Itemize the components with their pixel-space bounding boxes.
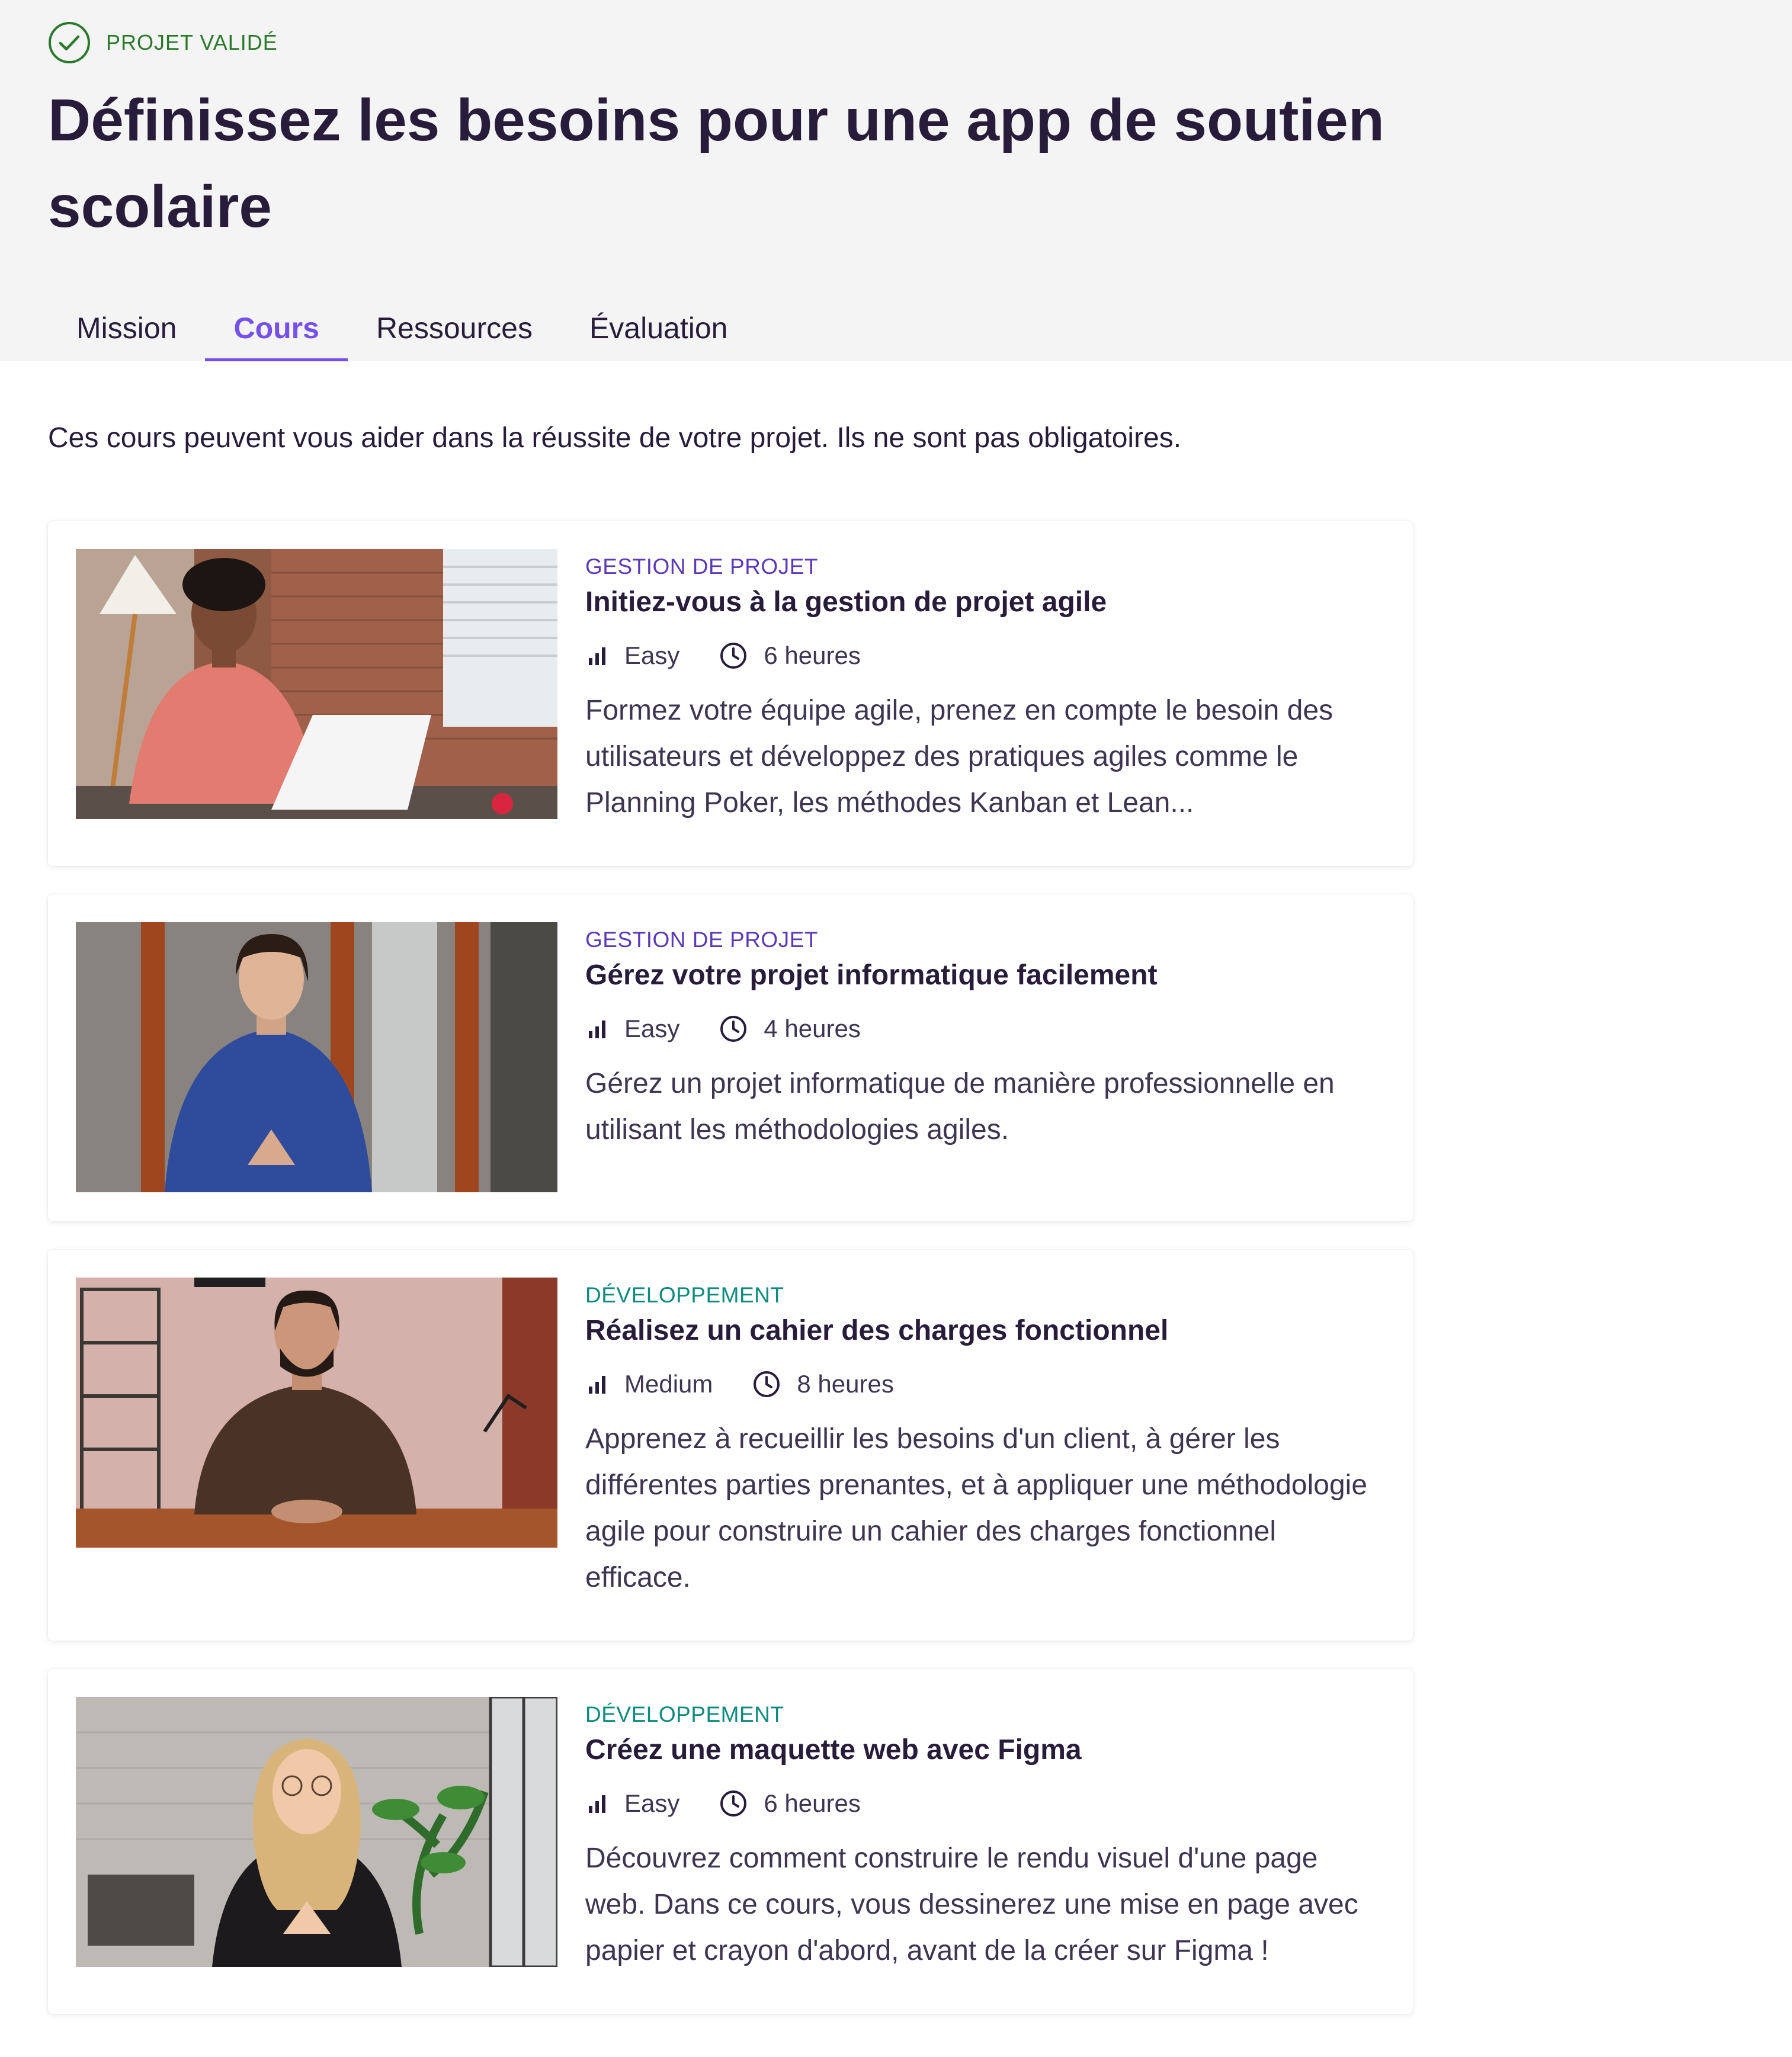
project-header: PROJET VALIDÉ Définissez les besoins pou… xyxy=(0,0,1792,361)
course-card[interactable]: DÉVELOPPEMENT Créez une maquette web ave… xyxy=(48,1669,1413,2014)
course-level-label: Easy xyxy=(624,1789,680,1817)
course-category: GESTION DE PROJET xyxy=(585,928,818,952)
course-duration-label: 8 heures xyxy=(797,1370,894,1398)
course-thumbnail[interactable] xyxy=(76,922,557,1192)
course-description: Découvrez comment construire le rendu vi… xyxy=(585,1843,1358,1966)
status-label: PROJET VALIDÉ xyxy=(106,30,278,54)
course-duration-label: 6 heures xyxy=(764,1789,861,1817)
course-description: Apprenez à recueillir les besoins d'un c… xyxy=(585,1423,1368,1593)
tab-mission[interactable]: Mission xyxy=(48,295,205,361)
course-meta: Easy 6 heures xyxy=(585,638,1385,673)
course-level: Easy xyxy=(585,641,679,670)
tab-bar: Mission Cours Ressources Évaluation xyxy=(48,295,756,361)
check-circle-icon xyxy=(49,22,90,63)
tab-evaluation[interactable]: Évaluation xyxy=(561,295,756,361)
course-card[interactable]: GESTION DE PROJET Initiez-vous à la gest… xyxy=(48,521,1413,866)
course-level-label: Easy xyxy=(624,1015,680,1042)
tab-cours[interactable]: Cours xyxy=(205,295,348,361)
instructor-image xyxy=(76,1697,557,1967)
difficulty-bars-icon xyxy=(589,647,605,665)
difficulty-bars-icon xyxy=(589,1021,605,1038)
course-duration: 6 heures xyxy=(719,641,861,670)
course-description: Formez votre équipe agile, prenez en com… xyxy=(585,695,1333,819)
course-level: Easy xyxy=(585,1015,679,1043)
clock-icon xyxy=(720,1790,747,1817)
course-description: Gérez un projet informatique de manière … xyxy=(585,1068,1335,1145)
course-level: Easy xyxy=(585,1789,679,1818)
course-card[interactable]: GESTION DE PROJET Gérez votre projet inf… xyxy=(48,894,1413,1221)
course-thumbnail[interactable] xyxy=(76,549,557,819)
course-duration: 4 heures xyxy=(719,1014,861,1044)
course-category: DÉVELOPPEMENT xyxy=(585,1283,784,1307)
clock-icon xyxy=(720,1016,747,1042)
clock-icon xyxy=(754,1371,780,1397)
course-thumbnail[interactable] xyxy=(76,1697,557,1967)
instructor-image xyxy=(76,1278,557,1548)
project-status: PROJET VALIDÉ xyxy=(48,21,278,64)
course-level: Medium xyxy=(585,1370,713,1398)
course-duration: 8 heures xyxy=(752,1369,894,1399)
page-title: Définissez les besoins pour une app de s… xyxy=(48,87,1385,240)
course-level-label: Medium xyxy=(624,1370,713,1398)
course-info: DÉVELOPPEMENT Créez une maquette web ave… xyxy=(585,1697,1385,1974)
course-category: GESTION DE PROJET xyxy=(585,554,818,579)
course-title[interactable]: Réalisez un cahier des charges fonctionn… xyxy=(585,1313,1385,1349)
course-title[interactable]: Initiez-vous à la gestion de projet agil… xyxy=(585,585,1385,620)
course-thumbnail[interactable] xyxy=(76,1278,557,1548)
instructor-image xyxy=(76,549,557,819)
course-duration: 6 heures xyxy=(719,1789,861,1818)
tab-ressources[interactable]: Ressources xyxy=(348,295,561,361)
course-info: GESTION DE PROJET Gérez votre projet inf… xyxy=(585,922,1385,1153)
difficulty-bars-icon xyxy=(589,1376,605,1394)
course-card[interactable]: DÉVELOPPEMENT Réalisez un cahier des cha… xyxy=(48,1250,1413,1641)
course-level-label: Easy xyxy=(624,641,680,669)
instructor-image xyxy=(76,922,557,1192)
course-duration-label: 4 heures xyxy=(764,1015,861,1042)
course-category: DÉVELOPPEMENT xyxy=(585,1702,784,1727)
intro-text: Ces cours peuvent vous aider dans la réu… xyxy=(48,422,1182,454)
clock-icon xyxy=(720,643,747,669)
course-info: GESTION DE PROJET Initiez-vous à la gest… xyxy=(585,549,1385,826)
course-meta: Easy 4 heures xyxy=(585,1011,1385,1047)
difficulty-bars-icon xyxy=(589,1795,605,1813)
course-meta: Medium 8 heures xyxy=(585,1366,1385,1402)
course-duration-label: 6 heures xyxy=(764,641,861,669)
course-title[interactable]: Gérez votre projet informatique facileme… xyxy=(585,958,1385,993)
course-meta: Easy 6 heures xyxy=(585,1786,1385,1821)
course-info: DÉVELOPPEMENT Réalisez un cahier des cha… xyxy=(585,1278,1385,1601)
course-title[interactable]: Créez une maquette web avec Figma xyxy=(585,1732,1385,1768)
